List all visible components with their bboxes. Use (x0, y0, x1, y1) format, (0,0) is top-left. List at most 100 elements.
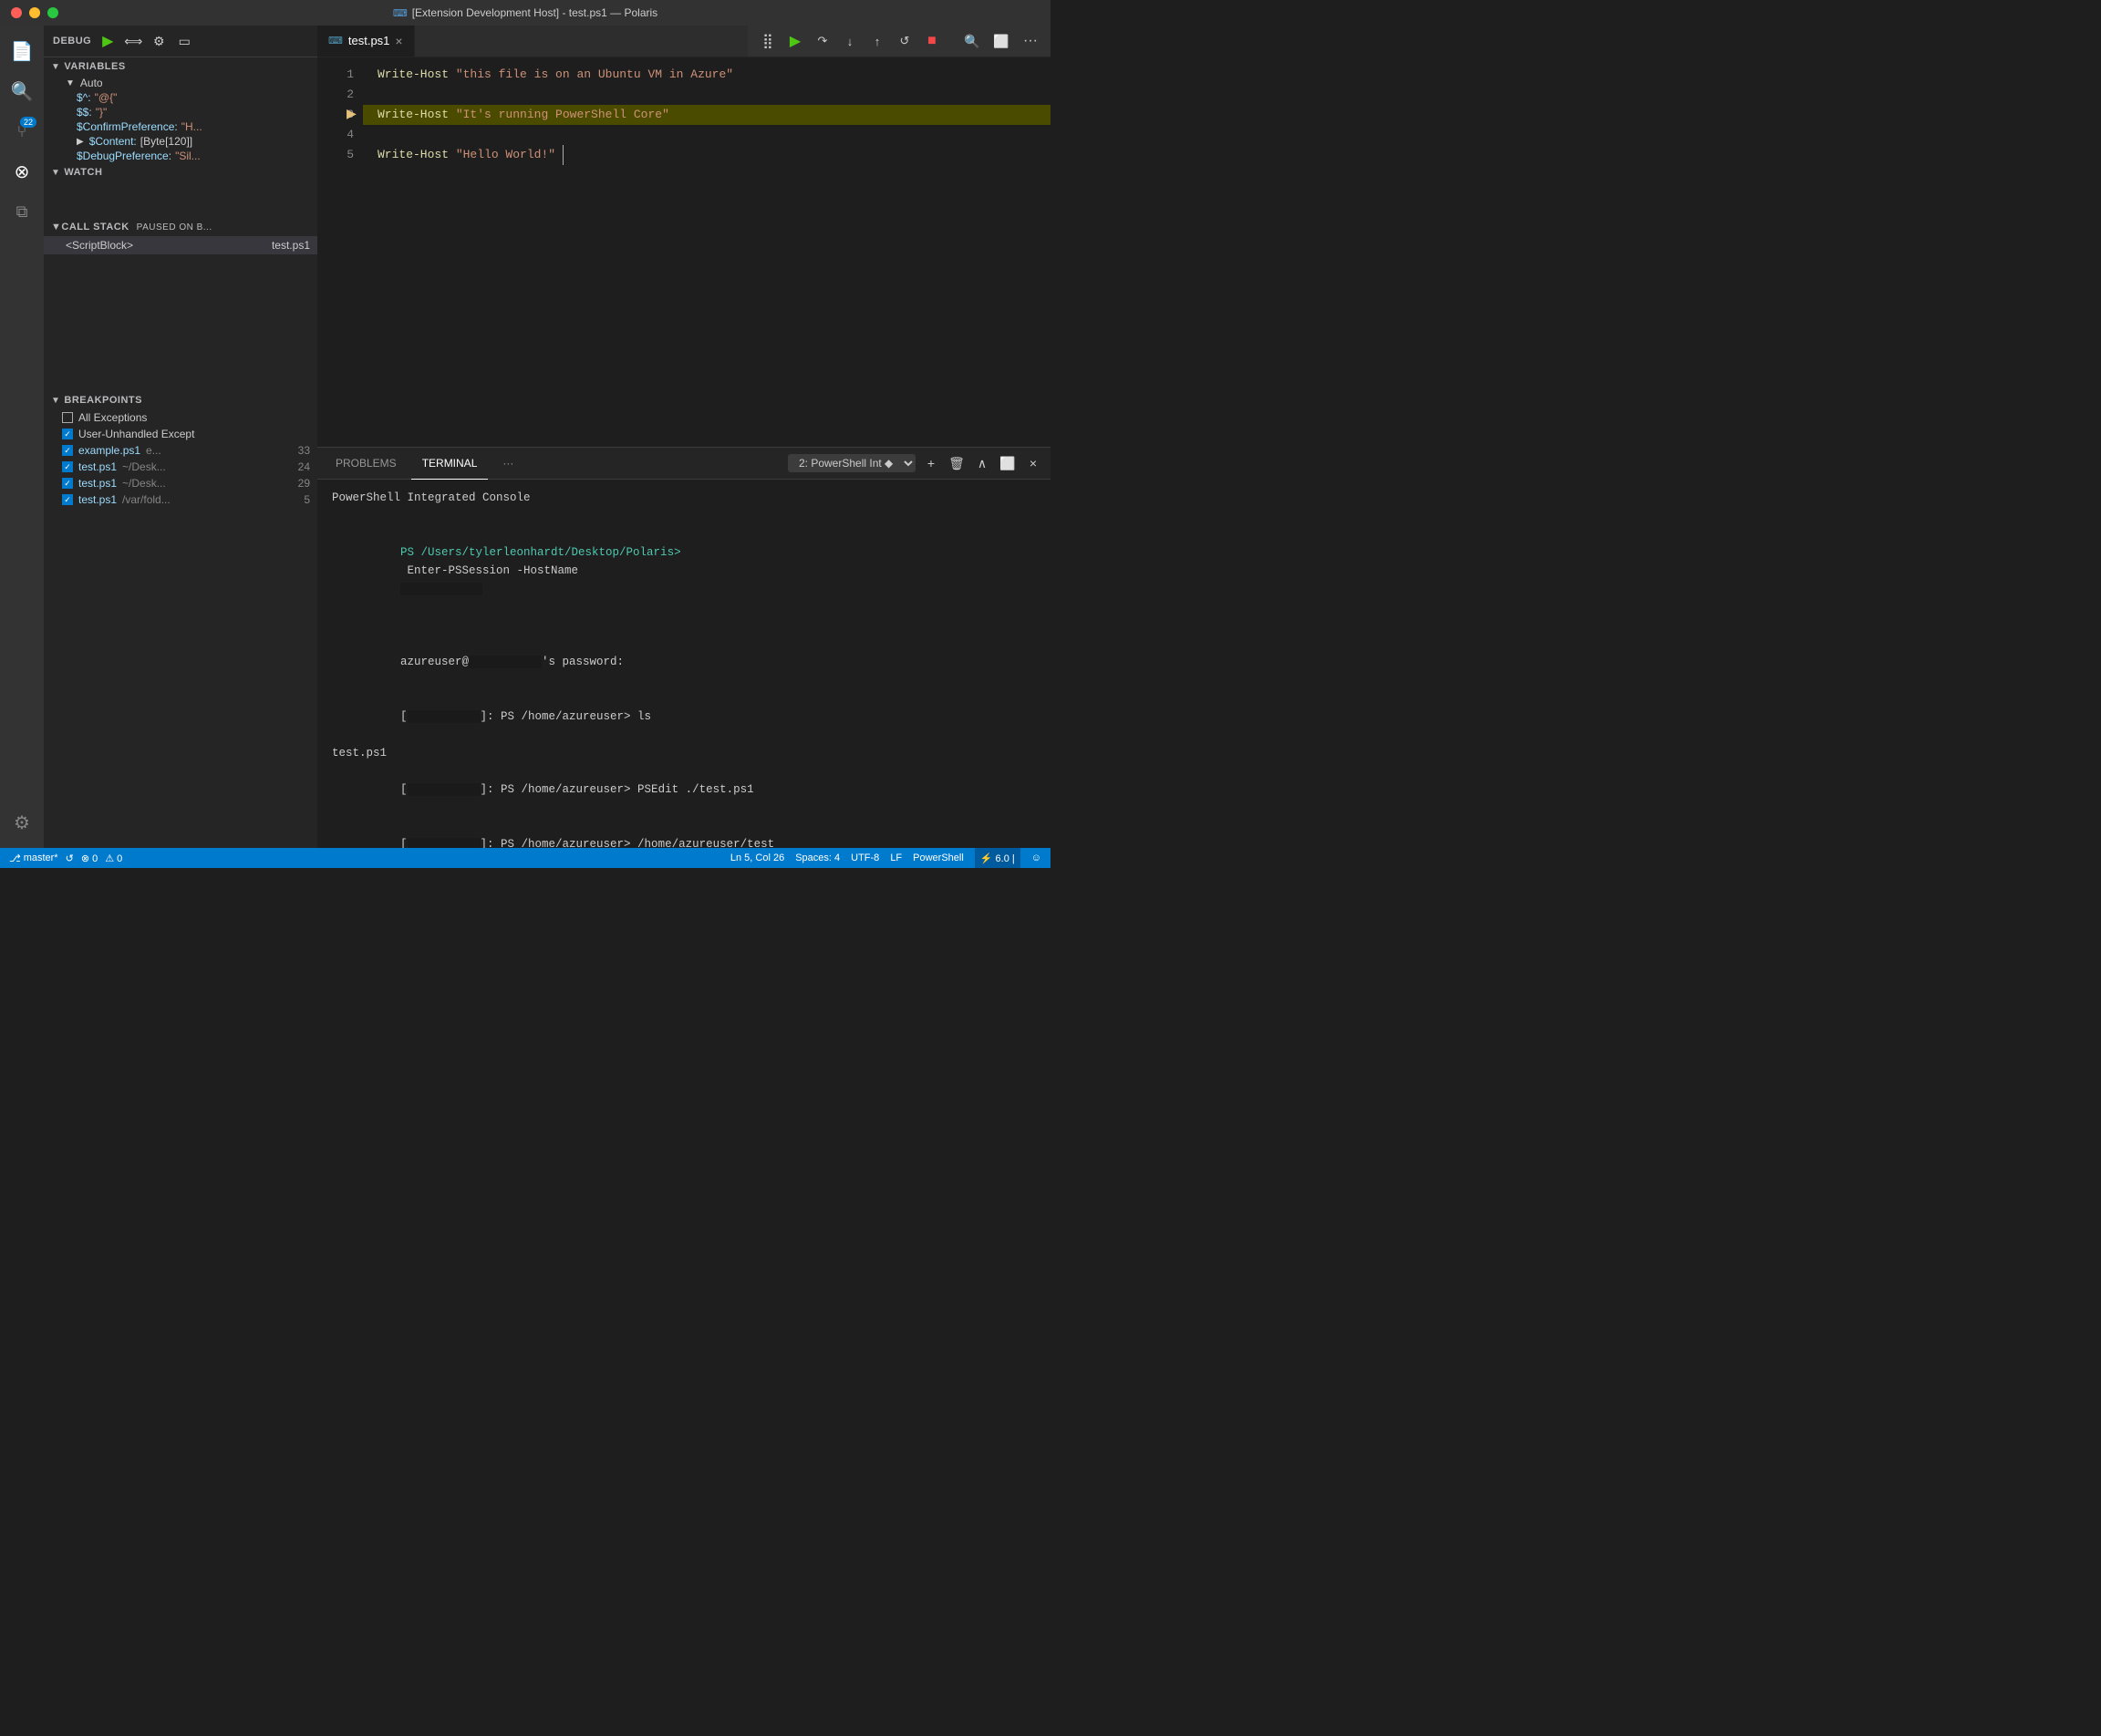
status-encoding[interactable]: UTF-8 (851, 852, 879, 863)
sync-icon: ↺ (66, 852, 74, 864)
delete-terminal-button[interactable]: 🗑 (947, 453, 967, 473)
editor-content[interactable]: 1 2 3 4 5 Write-Host "this file is on an… (317, 57, 1050, 447)
terminal-line: PS /Users/tylerleonhardt/Desktop/Polaris… (332, 525, 1036, 616)
breakpoints-title: BREAKPOINTS (64, 395, 142, 406)
bp-checkbox-test3[interactable]: ✓ (62, 494, 73, 505)
search-icon: 🔍 (11, 80, 34, 103)
checkmark-icon: ✓ (64, 446, 71, 456)
app-body: 📄 🔍 ⑂ 22 ⊗ ⧉ ⚙ DEBUG ▶ ⟺ ⚙ ▭ (0, 26, 1050, 848)
bp-checkbox-all-exceptions[interactable] (62, 412, 73, 423)
status-errors[interactable]: ⊗ 0 (81, 852, 98, 864)
editor-more-button[interactable]: ··· (1018, 28, 1043, 54)
panel-tab-problems[interactable]: PROBLEMS (325, 448, 408, 480)
status-language[interactable]: PowerShell (913, 852, 964, 863)
maximize-panel-button[interactable]: ∧ (972, 453, 992, 473)
minimize-button[interactable] (29, 7, 40, 18)
terminal-line (332, 616, 1036, 635)
bp-path: ~/Desk... (122, 477, 166, 490)
terminal-selector[interactable]: 2: PowerShell Int ◆ (788, 454, 916, 472)
panel-tabs: PROBLEMS TERMINAL ··· 2: PowerShell Int … (317, 448, 1050, 480)
var-item[interactable]: $^: "@{" (44, 90, 317, 105)
window-controls[interactable] (11, 7, 58, 18)
debug-config-button[interactable]: ⚙ (150, 32, 168, 50)
debug-more-button[interactable]: ▭ (175, 32, 193, 50)
watch-header[interactable]: ▼ WATCH (44, 163, 317, 181)
checkmark-icon: ✓ (64, 495, 71, 505)
breakpoint-all-exceptions[interactable]: All Exceptions (44, 409, 317, 426)
debug-step-button[interactable]: ⟺ (124, 32, 142, 50)
bp-checkbox-test2[interactable]: ✓ (62, 478, 73, 489)
bp-line: 29 (298, 477, 310, 490)
bp-filename: test.ps1 (78, 460, 117, 473)
callstack-header[interactable]: ▼ CALL STACK PAUSED ON B... (44, 218, 317, 236)
status-branch[interactable]: ⎇ master* (9, 852, 58, 864)
terminal-line: [ ]: PS /home/azureuser> /home/azureuser… (332, 817, 1036, 848)
activity-files[interactable]: 📄 (4, 33, 40, 69)
debug-restart-button[interactable]: ↺ (892, 28, 917, 54)
status-smiley[interactable]: ☺ (1031, 852, 1041, 863)
close-panel-button[interactable]: × (1023, 453, 1043, 473)
debug-controls-bar: ⣿ ▶ ↷ ↓ ↑ ↺ ■ (748, 26, 952, 57)
bp-checkbox-example[interactable]: ✓ (62, 445, 73, 456)
var-item[interactable]: $ConfirmPreference: "H... (44, 119, 317, 134)
bp-line: 5 (304, 493, 310, 506)
debug-step-out-button[interactable]: ↑ (864, 28, 890, 54)
debug-dots-button[interactable]: ⣿ (755, 28, 781, 54)
watch-title: WATCH (64, 167, 102, 178)
status-line-ending[interactable]: LF (890, 852, 902, 863)
split-terminal-button[interactable]: ⬜ (998, 453, 1018, 473)
tab-close-button[interactable]: × (395, 34, 402, 48)
breakpoint-example-ps1[interactable]: ✓ example.ps1 e... 33 (44, 442, 317, 459)
panel-tab-terminal[interactable]: TERMINAL (411, 448, 489, 480)
bp-checkbox-user-unhandled[interactable]: ✓ (62, 429, 73, 439)
var-item[interactable]: $DebugPreference: "Sil... (44, 149, 317, 163)
debug-continue-button[interactable]: ▶ (782, 28, 808, 54)
var-auto-group[interactable]: ▼ Auto (44, 76, 317, 90)
status-extension[interactable]: ⚡ 6.0 | (975, 848, 1020, 868)
bp-line: 24 (298, 460, 310, 473)
variables-header[interactable]: ▼ VARIABLES (44, 57, 317, 76)
breakpoint-test-ps1-29[interactable]: ✓ test.ps1 ~/Desk... 29 (44, 475, 317, 491)
status-position[interactable]: Ln 5, Col 26 (730, 852, 784, 863)
split-editor-button[interactable]: ⬜ (988, 28, 1014, 54)
activity-extensions[interactable]: ⧉ (4, 193, 40, 230)
terminal-content[interactable]: PowerShell Integrated Console PS /Users/… (317, 480, 1050, 848)
breakpoint-user-unhandled[interactable]: ✓ User-Unhandled Except (44, 426, 317, 442)
var-item[interactable]: ▶ $Content: [Byte[120]] (44, 134, 317, 149)
checkmark-icon: ✓ (64, 429, 71, 439)
bp-checkbox-test1[interactable]: ✓ (62, 461, 73, 472)
status-warnings[interactable]: ⚠ 0 (105, 852, 122, 864)
status-spaces[interactable]: Spaces: 4 (795, 852, 840, 863)
code-area[interactable]: Write-Host "this file is on an Ubuntu VM… (363, 57, 1050, 447)
breakpoint-test-ps1-24[interactable]: ✓ test.ps1 ~/Desk... 24 (44, 459, 317, 475)
debug-stop-button[interactable]: ■ (919, 28, 945, 54)
new-terminal-button[interactable]: + (921, 453, 941, 473)
activity-git[interactable]: ⑂ 22 (4, 113, 40, 150)
debug-play-button[interactable]: ▶ (98, 32, 117, 50)
editor-actions: 🔍 ⬜ ··· (952, 26, 1050, 57)
main-area: ⌨ test.ps1 × ⣿ ▶ ↷ ↓ ↑ ↺ ■ 🔍 ⬜ ··· (317, 26, 1050, 848)
git-badge: 22 (20, 117, 36, 128)
editor-tab-test-ps1[interactable]: ⌨ test.ps1 × (317, 26, 415, 57)
bp-line: 33 (298, 444, 310, 457)
search-editor-button[interactable]: 🔍 (959, 28, 985, 54)
debug-step-into-button[interactable]: ↓ (837, 28, 863, 54)
status-right: Ln 5, Col 26 Spaces: 4 UTF-8 LF PowerShe… (730, 848, 1041, 868)
panel-tab-more[interactable]: ··· (492, 448, 524, 480)
activity-debug[interactable]: ⊗ (4, 153, 40, 190)
expand-icon: ▶ (77, 137, 84, 147)
var-item[interactable]: $$: "}" (44, 105, 317, 119)
activity-settings[interactable]: ⚙ (4, 804, 40, 841)
extension-label: ⚡ 6.0 | (980, 852, 1015, 864)
breakpoint-test-ps1-5[interactable]: ✓ test.ps1 /var/fold... 5 (44, 491, 317, 508)
code-line-3: ▶ Write-Host "It's running PowerShell Co… (363, 105, 1050, 125)
callstack-item[interactable]: <ScriptBlock> test.ps1 (44, 236, 317, 254)
maximize-button[interactable] (47, 7, 58, 18)
activity-search[interactable]: 🔍 (4, 73, 40, 109)
smiley-icon: ☺ (1031, 852, 1041, 863)
breakpoints-header[interactable]: ▼ BREAKPOINTS (44, 391, 317, 409)
debug-step-over-button[interactable]: ↷ (810, 28, 835, 54)
status-sync[interactable]: ↺ (66, 852, 74, 864)
close-button[interactable] (11, 7, 22, 18)
breakpoints-section: ▼ BREAKPOINTS All Exceptions ✓ User-Unha… (44, 391, 317, 508)
